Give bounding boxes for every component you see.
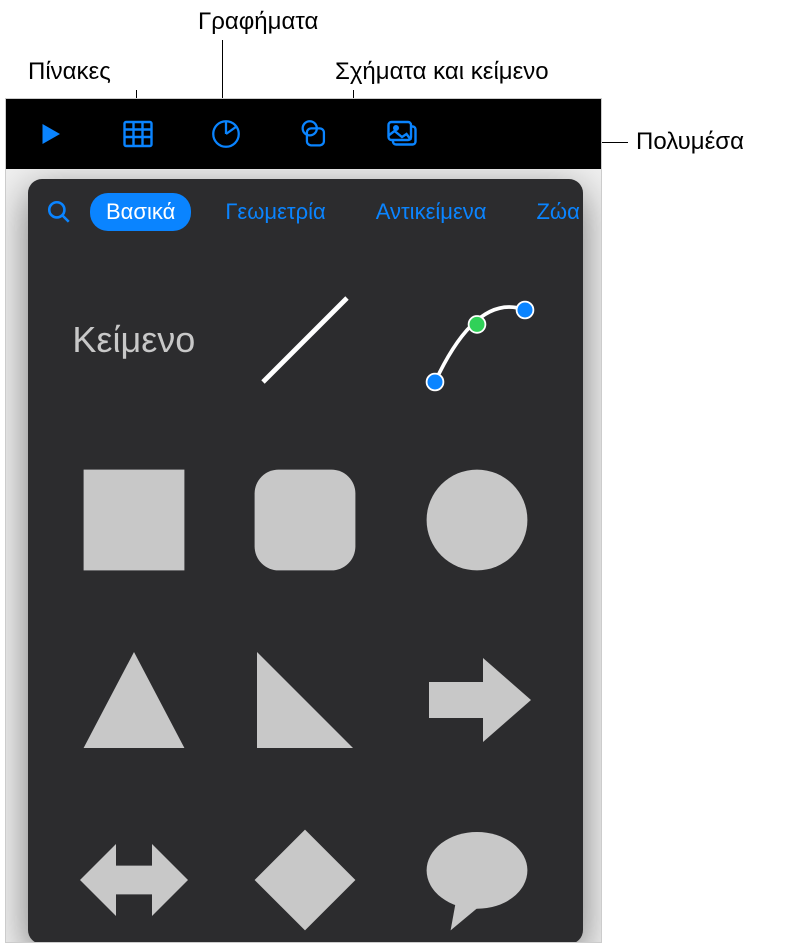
tab-geometry[interactable]: Γεωμετρία bbox=[209, 193, 341, 231]
callout-charts: Γραφήματα bbox=[198, 8, 318, 36]
shapes-button[interactable] bbox=[290, 110, 338, 158]
app-frame: Βασικά Γεωμετρία Αντικείμενα Ζώα Κείμενο bbox=[5, 98, 602, 943]
text-button-label: Κείμενο bbox=[72, 319, 195, 361]
toolbar bbox=[6, 99, 601, 169]
shapes-popover: Βασικά Γεωμετρία Αντικείμενα Ζώα Κείμενο bbox=[28, 179, 583, 943]
shapes-grid: Κείμενο bbox=[28, 245, 583, 943]
arrow-right-shape[interactable] bbox=[402, 625, 552, 775]
curve-shape[interactable] bbox=[402, 265, 552, 415]
diamond-shape[interactable] bbox=[230, 805, 380, 943]
charts-button[interactable] bbox=[202, 110, 250, 158]
popover-arrow bbox=[293, 179, 317, 181]
tables-button[interactable] bbox=[114, 110, 162, 158]
callout-tables: Πίνακες bbox=[28, 58, 111, 86]
circle-shape[interactable] bbox=[402, 445, 552, 595]
speech-bubble-shape[interactable] bbox=[402, 805, 552, 943]
tab-objects[interactable]: Αντικείμενα bbox=[360, 193, 503, 231]
tab-animals[interactable]: Ζώα bbox=[520, 193, 583, 231]
rounded-square-shape[interactable] bbox=[230, 445, 380, 595]
media-button[interactable] bbox=[378, 110, 426, 158]
search-icon[interactable] bbox=[46, 199, 72, 225]
double-arrow-shape[interactable] bbox=[59, 805, 209, 943]
text-button[interactable]: Κείμενο bbox=[59, 265, 209, 415]
square-shape[interactable] bbox=[59, 445, 209, 595]
callout-media: Πολυμέσα bbox=[636, 128, 744, 156]
callout-shapes-text: Σχήματα και κείμενο bbox=[335, 58, 549, 86]
popover-header: Βασικά Γεωμετρία Αντικείμενα Ζώα bbox=[28, 179, 583, 245]
play-button[interactable] bbox=[26, 110, 74, 158]
line-shape[interactable] bbox=[230, 265, 380, 415]
tab-basic[interactable]: Βασικά bbox=[90, 193, 191, 231]
right-triangle-shape[interactable] bbox=[230, 625, 380, 775]
triangle-shape[interactable] bbox=[59, 625, 209, 775]
